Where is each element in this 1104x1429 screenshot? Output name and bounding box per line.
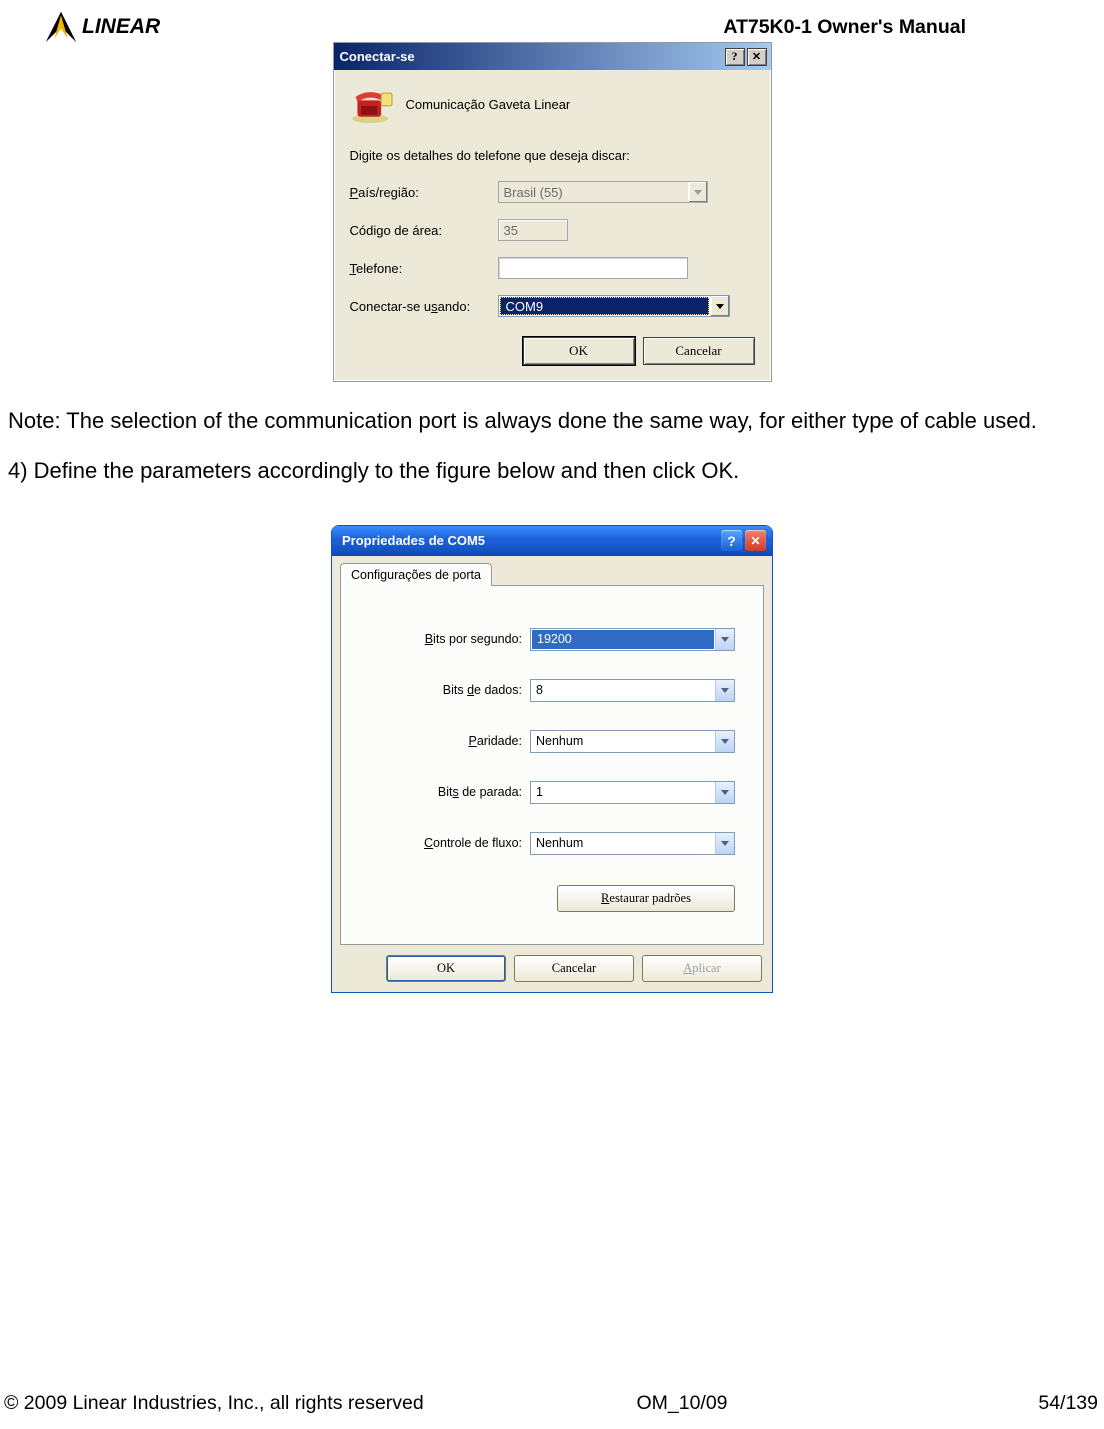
setting-row: Controle de fluxo: Nenhum	[369, 832, 735, 855]
area-label: Código de área:	[350, 223, 498, 238]
page-header: LINEAR AT75K0-1 Owner's Manual	[4, 10, 1100, 46]
setting-label: Bits de parada:	[438, 785, 522, 799]
tab-panel: Bits por segundo: 19200 Bits de dados: 8 Par…	[340, 585, 764, 945]
logo-icon	[44, 10, 78, 44]
country-value: Brasil (55)	[499, 182, 688, 202]
connect-dialog: Conectar-se ? ✕ Comunicação Gaveta Linea…	[333, 42, 772, 382]
doc-title: AT75K0-1 Owner's Manual	[723, 16, 1096, 39]
setting-value: 19200	[532, 630, 714, 649]
cancel-button[interactable]: Cancelar	[514, 955, 634, 982]
chevron-down-icon	[688, 182, 707, 202]
setting-select[interactable]: 8	[530, 679, 735, 702]
connect-dialog-titlebar: Conectar-se ? ✕	[334, 43, 771, 70]
setting-row: Bits de dados: 8	[369, 679, 735, 702]
help-icon: ?	[727, 533, 736, 549]
port-select[interactable]: COM9	[498, 295, 730, 317]
country-select: Brasil (55)	[498, 181, 708, 203]
close-icon: ✕	[750, 534, 760, 548]
footer-mid: OM_10/09	[0, 1392, 1104, 1415]
ok-button[interactable]: OK	[386, 955, 506, 982]
chevron-down-icon[interactable]	[710, 296, 729, 316]
setting-label: Bits de dados:	[443, 683, 522, 697]
close-button[interactable]: ✕	[747, 48, 767, 66]
setting-select[interactable]: 19200	[530, 628, 735, 651]
cancel-button[interactable]: Cancelar	[643, 337, 755, 365]
body-text: Note: The selection of the communication…	[4, 382, 1100, 485]
chevron-down-icon[interactable]	[715, 629, 734, 650]
properties-dialog-title: Propriedades de COM5	[338, 533, 721, 548]
note-paragraph: Note: The selection of the communication…	[8, 408, 1096, 434]
phone-field[interactable]	[498, 257, 688, 279]
chevron-down-icon[interactable]	[715, 833, 734, 854]
setting-select[interactable]: Nenhum	[530, 730, 735, 753]
chevron-down-icon[interactable]	[715, 680, 734, 701]
connection-name: Comunicação Gaveta Linear	[406, 97, 571, 112]
step-paragraph: 4) Define the parameters accordingly to …	[8, 458, 1096, 484]
properties-dialog-titlebar: Propriedades de COM5 ? ✕	[332, 526, 772, 556]
country-label: País/região:	[350, 185, 498, 200]
page-footer: © 2009 Linear Industries, Inc., all righ…	[0, 1392, 1104, 1415]
setting-row: Bits por segundo: 19200	[369, 628, 735, 651]
setting-label: Controle de fluxo:	[424, 836, 522, 850]
area-field: 35	[498, 219, 568, 241]
connect-prompt: Digite os detalhes do telefone que desej…	[350, 148, 755, 163]
close-button[interactable]: ✕	[745, 530, 766, 551]
close-icon: ✕	[752, 50, 761, 63]
setting-select[interactable]: 1	[530, 781, 735, 804]
setting-label: Bits por segundo:	[425, 632, 522, 646]
connect-dialog-title: Conectar-se	[340, 49, 725, 64]
setting-label: Paridade:	[468, 734, 522, 748]
phone-label: Telefone:	[350, 261, 498, 276]
setting-value: Nenhum	[531, 731, 715, 752]
help-button[interactable]: ?	[725, 48, 745, 66]
using-label: Conectar-se usando:	[350, 299, 498, 314]
setting-select[interactable]: Nenhum	[530, 832, 735, 855]
apply-button[interactable]: Aplicar	[642, 955, 762, 982]
properties-dialog: Propriedades de COM5 ? ✕ Configurações d…	[331, 525, 773, 993]
chevron-down-icon[interactable]	[715, 731, 734, 752]
phone-icon	[350, 84, 394, 124]
logo-text: LINEAR	[82, 15, 160, 39]
setting-row: Paridade: Nenhum	[369, 730, 735, 753]
help-button[interactable]: ?	[721, 530, 742, 551]
setting-value: 1	[531, 782, 715, 803]
chevron-down-icon[interactable]	[715, 782, 734, 803]
setting-value: 8	[531, 680, 715, 701]
port-value: COM9	[500, 297, 709, 315]
help-icon: ?	[732, 49, 738, 64]
restore-defaults-button[interactable]: Restaurar padrões	[557, 885, 735, 912]
brand-logo: LINEAR	[44, 10, 160, 44]
ok-button[interactable]: OK	[523, 337, 635, 365]
setting-row: Bits de parada: 1	[369, 781, 735, 804]
tab-port-settings[interactable]: Configurações de porta	[340, 563, 492, 586]
setting-value: Nenhum	[531, 833, 715, 854]
